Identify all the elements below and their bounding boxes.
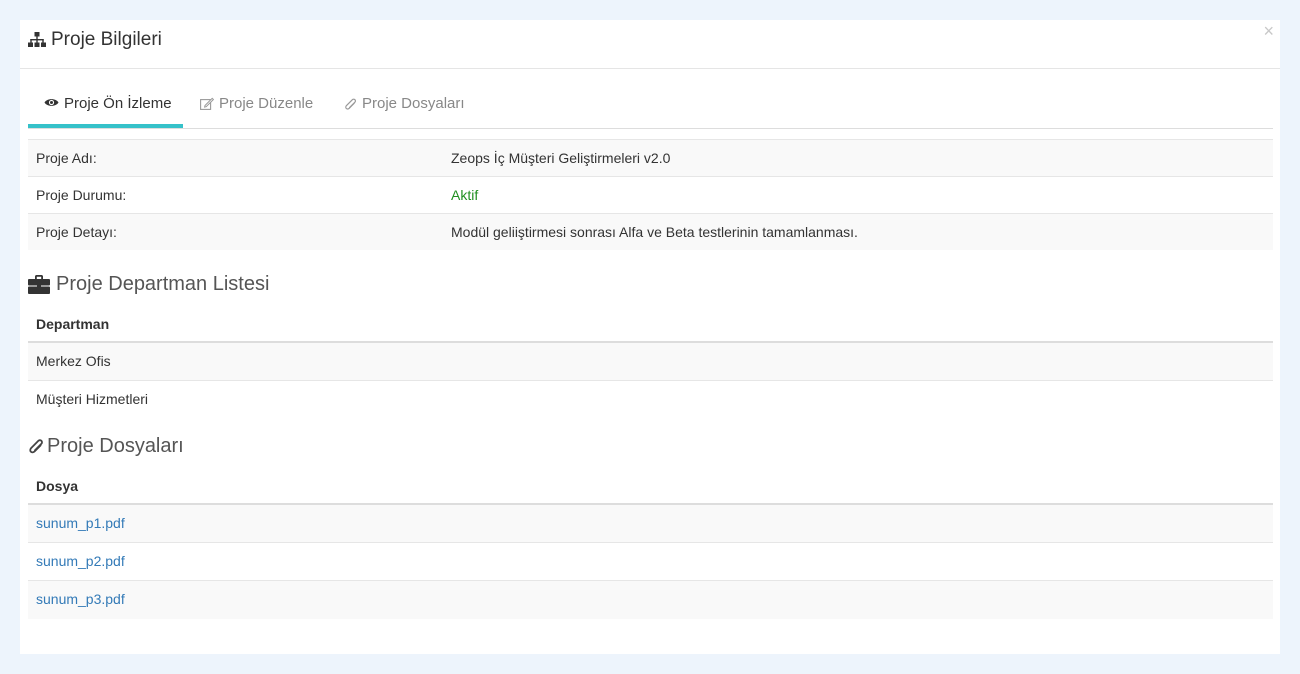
project-status-value: Aktif <box>451 187 479 203</box>
modal-title-text: Proje Bilgileri <box>51 29 162 50</box>
file-item: sunum_p1.pdf <box>28 505 1273 543</box>
modal-title: Proje Bilgileri <box>28 27 162 53</box>
department-item: Müşteri Hizmetleri <box>36 391 149 407</box>
briefcase-icon <box>28 275 50 294</box>
file-link[interactable]: sunum_p1.pdf <box>36 515 125 531</box>
tab-preview-label: Proje Ön İzleme <box>64 95 172 112</box>
file-item: sunum_p2.pdf <box>28 543 1273 581</box>
tab-bar: Proje Ön İzleme Proje Düzenle Proje Dosy… <box>28 90 1273 129</box>
info-row-detail: Proje Detayı: Modül geliiştirmesi sonras… <box>28 213 1273 250</box>
tab-edit[interactable]: Proje Düzenle <box>200 90 313 126</box>
sitemap-icon <box>28 32 46 48</box>
modal-header: Proje Bilgileri × <box>20 20 1280 69</box>
department-section-label: Proje Departman Listesi <box>56 273 270 295</box>
department-list: Departman Merkez Ofis Müşteri Hizmetleri <box>28 305 1273 419</box>
eye-icon <box>44 97 59 108</box>
project-info-table: Proje Adı: Zeops İç Müşteri Geliştirmele… <box>28 139 1273 250</box>
info-label: Proje Detayı: <box>36 224 117 240</box>
file-link[interactable]: sunum_p3.pdf <box>36 591 125 607</box>
file-list: Dosya sunum_p1.pdf sunum_p2.pdf sunum_p3… <box>28 467 1273 619</box>
active-tab-indicator <box>28 124 183 128</box>
tab-files-label: Proje Dosyaları <box>362 95 465 112</box>
files-section-label: Proje Dosyaları <box>47 435 184 457</box>
department-section-title: Proje Departman Listesi <box>28 273 269 296</box>
file-item: sunum_p3.pdf <box>28 581 1273 619</box>
info-label: Proje Durumu: <box>36 187 127 203</box>
paperclip-icon <box>28 438 44 455</box>
info-row-status: Proje Durumu: Aktif <box>28 176 1273 213</box>
files-section-title: Proje Dosyaları <box>28 435 184 458</box>
paperclip-icon <box>344 97 357 111</box>
edit-icon <box>200 97 214 110</box>
project-detail-value: Modül geliiştirmesi sonrası Alfa ve Beta… <box>451 224 858 240</box>
department-item: Merkez Ofis <box>28 343 1273 381</box>
tab-edit-label: Proje Düzenle <box>219 95 314 112</box>
close-button[interactable]: × <box>1263 21 1274 41</box>
file-column-header: Dosya <box>28 467 1273 505</box>
file-link[interactable]: sunum_p2.pdf <box>36 553 125 569</box>
project-info-modal: Proje Bilgileri × Proje Ön İzleme Proje … <box>20 20 1280 654</box>
info-label: Proje Adı: <box>36 150 97 166</box>
department-column-header: Departman <box>28 305 1273 343</box>
project-name-value: Zeops İç Müşteri Geliştirmeleri v2.0 <box>451 150 671 166</box>
tab-files[interactable]: Proje Dosyaları <box>344 90 465 126</box>
tab-preview[interactable]: Proje Ön İzleme <box>44 90 172 126</box>
backdrop: Proje Bilgileri × Proje Ön İzleme Proje … <box>0 0 1300 674</box>
info-row-name: Proje Adı: Zeops İç Müşteri Geliştirmele… <box>28 139 1273 176</box>
